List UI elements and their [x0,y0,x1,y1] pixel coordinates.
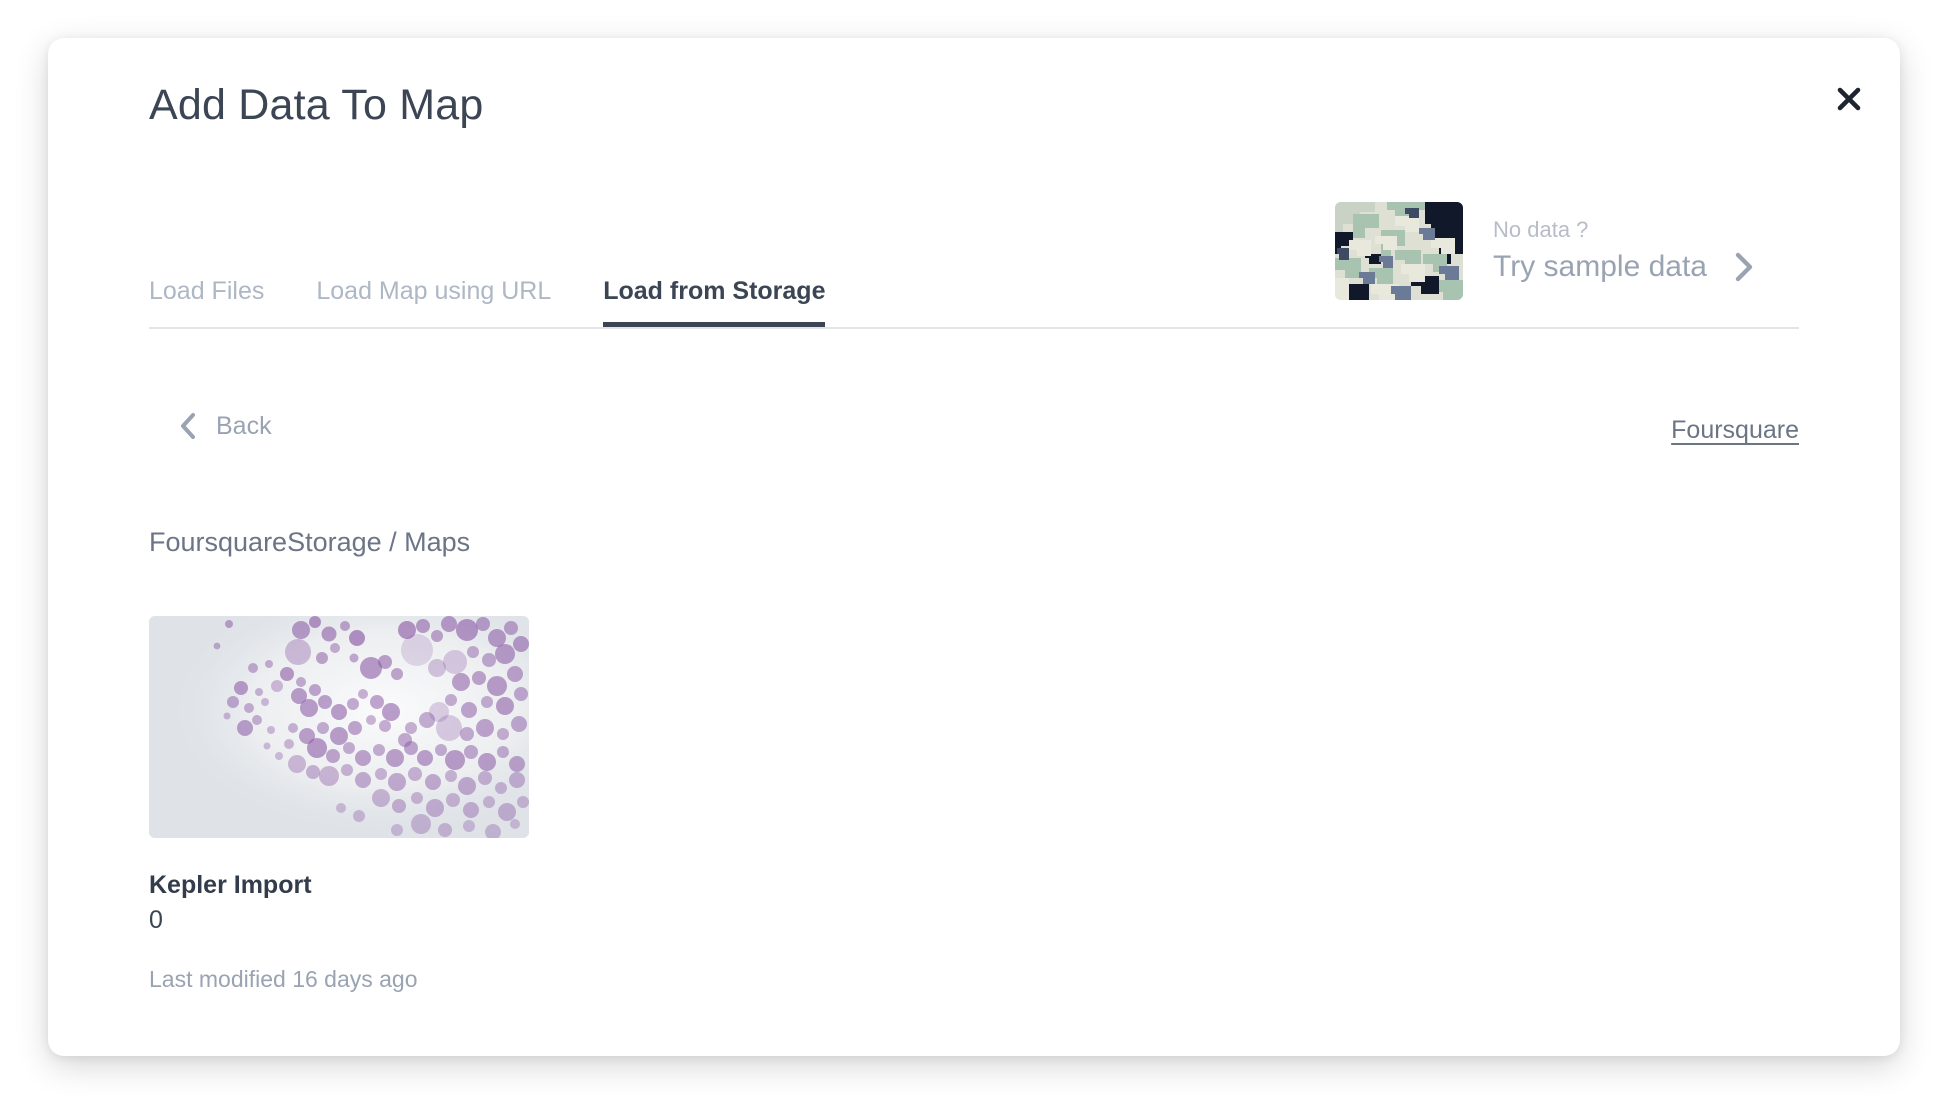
map-card-grid: Kepler Import 0 Last modified 16 days ag… [149,616,529,993]
page-title: Add Data To Map [149,81,484,129]
map-card-modified: Last modified 16 days ago [149,965,418,992]
map-card-count: 0 [149,906,163,935]
purple-dot-map-thumbnail [149,616,529,838]
tab-load-from-storage[interactable]: Load from Storage [603,276,826,328]
sample-promo-text: No data ? Try sample data [1493,216,1755,285]
tab-list: Load Files Load Map using URL Load from … [149,276,826,328]
chevron-left-icon [181,413,195,440]
tab-divider [149,327,1799,329]
close-icon[interactable] [1828,78,1870,120]
try-sample-data-label: Try sample data [1493,250,1707,284]
chevron-right-icon [1735,252,1753,281]
purple-dot-map-graphic [149,616,529,838]
back-button[interactable]: Back [178,410,272,443]
storage-nav-row: Back Foursquare [149,410,1799,458]
try-sample-row: Try sample data [1493,248,1755,286]
sample-map-thumbnail [1335,202,1464,300]
tab-load-map-using-url[interactable]: Load Map using URL [316,276,551,328]
add-data-modal: Add Data To Map Load Files Load Map usin… [48,38,1900,1056]
try-sample-data-button[interactable]: No data ? Try sample data [1335,202,1755,300]
close-icon-glyph [1837,87,1861,111]
map-card-title: Kepler Import [149,871,312,899]
map-card[interactable]: Kepler Import 0 Last modified 16 days ag… [149,616,529,993]
breadcrumb: FoursquareStorage / Maps [149,527,471,557]
foursquare-storage-link[interactable]: Foursquare [1671,414,1799,447]
back-label: Back [216,412,272,440]
sample-map-thumbnail-graphic [1335,202,1464,300]
no-data-label: No data ? [1493,217,1589,243]
tab-load-files[interactable]: Load Files [149,276,264,328]
